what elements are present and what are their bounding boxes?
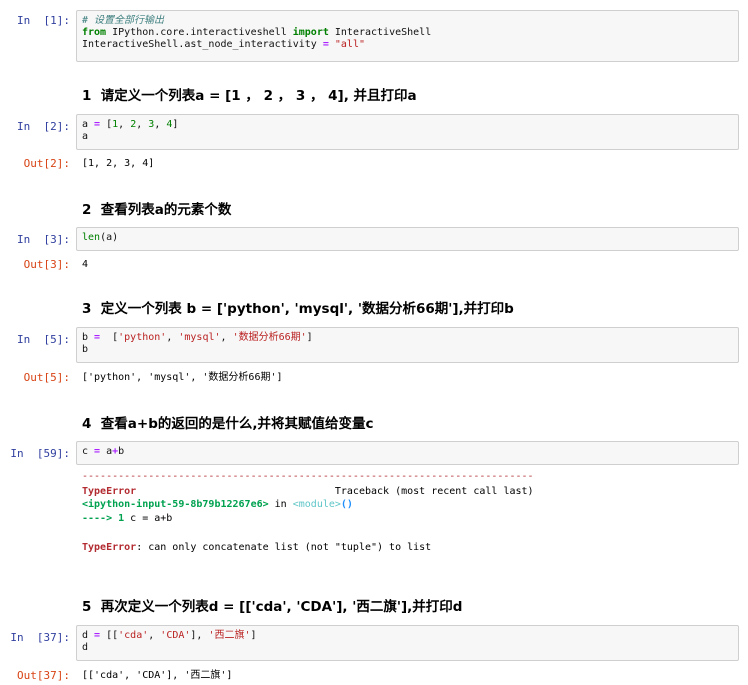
code-token: [[ xyxy=(100,630,119,641)
markdown-heading: 3 定义一个列表 b = ['python', 'mysql', '数据分析66… xyxy=(82,301,514,317)
output-prompt: Out[2]: xyxy=(23,157,70,170)
error-message: TypeError: can only concatenate list (no… xyxy=(82,541,431,554)
string-literal: '数据分析66期' xyxy=(232,332,307,343)
code-line: b = ['python', 'mysql', '数据分析66期'] xyxy=(82,332,733,344)
code-editor[interactable]: c = a+b xyxy=(76,441,739,465)
code-token: a xyxy=(82,131,89,142)
code-token: a xyxy=(82,119,95,130)
code-editor[interactable]: len(a) xyxy=(76,227,739,251)
error-module: <module> xyxy=(292,499,341,510)
code-line: InteractiveShell.ast_node_interactivity … xyxy=(82,39,733,51)
code-token: a xyxy=(100,446,113,457)
input-prompt: In [1]: xyxy=(17,14,70,27)
error-arrow: ----> 1 xyxy=(82,513,131,524)
error-text: : can only concatenate list (not "tuple"… xyxy=(136,542,432,553)
code-line: a = [1, 2, 3, 4] xyxy=(82,119,733,131)
string-literal: 'cda' xyxy=(118,630,149,641)
code-editor[interactable]: d = [['cda', 'CDA'], '西二旗'] d xyxy=(76,625,739,661)
code-token: [ xyxy=(100,332,119,343)
code-line: # 设置全部行输出 xyxy=(82,15,733,27)
code-token: ] xyxy=(306,332,313,343)
error-code-line: ----> 1 c = a+b xyxy=(82,512,172,525)
code-token: c xyxy=(82,446,95,457)
code-token: InteractiveShell.ast_node_interactivity xyxy=(82,39,323,50)
code-token: , xyxy=(154,119,167,130)
code-token: ] xyxy=(172,119,179,130)
error-text: in xyxy=(268,499,293,510)
cell-output: [['cda', 'CDA'], '西二旗'] xyxy=(82,670,233,681)
error-parens: () xyxy=(340,499,353,510)
string-literal: "all" xyxy=(334,39,365,50)
error-type: TypeError xyxy=(82,542,137,553)
code-comment: # 设置全部行输出 xyxy=(82,15,165,26)
code-token: ], xyxy=(190,630,209,641)
code-token: , xyxy=(136,119,149,130)
code-line: d = [['cda', 'CDA'], '西二旗'] xyxy=(82,630,733,642)
code-line: d xyxy=(82,642,733,654)
cell-output: ['python', 'mysql', '数据分析66期'] xyxy=(82,372,283,383)
input-prompt: In [37]: xyxy=(10,631,70,644)
error-traceback-label: Traceback (most recent call last) xyxy=(136,486,534,497)
markdown-heading: 4 查看a+b的返回的是什么,并将其赋值给变量c xyxy=(82,416,374,432)
code-line: len(a) xyxy=(82,232,733,244)
markdown-heading: 1 请定义一个列表a = [1 ， 2 ， 3 ， 4], 并且打印a xyxy=(82,88,417,104)
code-editor[interactable]: a = [1, 2, 3, 4] a xyxy=(76,114,739,150)
code-token: b xyxy=(82,344,89,355)
builtin-function: len xyxy=(82,232,101,243)
cell-output: 4 xyxy=(82,259,89,270)
code-token: , xyxy=(148,630,161,641)
code-token: , xyxy=(118,119,131,130)
output-prompt: Out[37]: xyxy=(17,669,70,682)
code-line: from IPython.core.interactiveshell impor… xyxy=(82,27,733,39)
code-token: d xyxy=(82,642,89,653)
error-code: c = a+b xyxy=(130,513,173,524)
input-prompt: In [59]: xyxy=(10,447,70,460)
error-divider: ----------------------------------------… xyxy=(82,471,534,482)
markdown-heading: 2 查看列表a的元素个数 xyxy=(82,202,232,218)
code-line: a xyxy=(82,131,733,143)
code-token: InteractiveShell xyxy=(328,27,432,38)
error-location: <ipython-input-59-8b79b12267e6> in <modu… xyxy=(82,498,353,511)
code-token: b xyxy=(118,446,125,457)
code-editor[interactable]: b = ['python', 'mysql', '数据分析66期'] b xyxy=(76,327,739,363)
code-token: (a) xyxy=(100,232,119,243)
markdown-heading: 5 再次定义一个列表d = [['cda', 'CDA'], '西二旗'],并打… xyxy=(82,599,463,615)
string-literal: 'CDA' xyxy=(160,630,191,641)
code-token: , xyxy=(220,332,233,343)
code-line: b xyxy=(82,344,733,356)
code-token: IPython.core.interactiveshell xyxy=(106,27,293,38)
code-token: d xyxy=(82,630,95,641)
error-input-ref: <ipython-input-59-8b79b12267e6> xyxy=(82,499,269,510)
error-type: TypeError xyxy=(82,486,137,497)
code-token: , xyxy=(166,332,179,343)
error-header: TypeError Traceback (most recent call la… xyxy=(82,485,534,498)
input-prompt: In [3]: xyxy=(17,233,70,246)
code-editor[interactable]: # 设置全部行输出 from IPython.core.interactives… xyxy=(76,10,739,62)
keyword: from xyxy=(82,27,107,38)
output-prompt: Out[3]: xyxy=(23,258,70,271)
code-line: c = a+b xyxy=(82,446,733,458)
cell-output: [1, 2, 3, 4] xyxy=(82,158,155,169)
string-literal: 'mysql' xyxy=(178,332,221,343)
code-token: [ xyxy=(100,119,113,130)
output-prompt: Out[5]: xyxy=(23,371,70,384)
input-prompt: In [2]: xyxy=(17,120,70,133)
code-token: b xyxy=(82,332,95,343)
keyword: import xyxy=(292,27,329,38)
string-literal: '西二旗' xyxy=(208,630,251,641)
code-token: ] xyxy=(250,630,257,641)
string-literal: 'python' xyxy=(118,332,167,343)
input-prompt: In [5]: xyxy=(17,333,70,346)
